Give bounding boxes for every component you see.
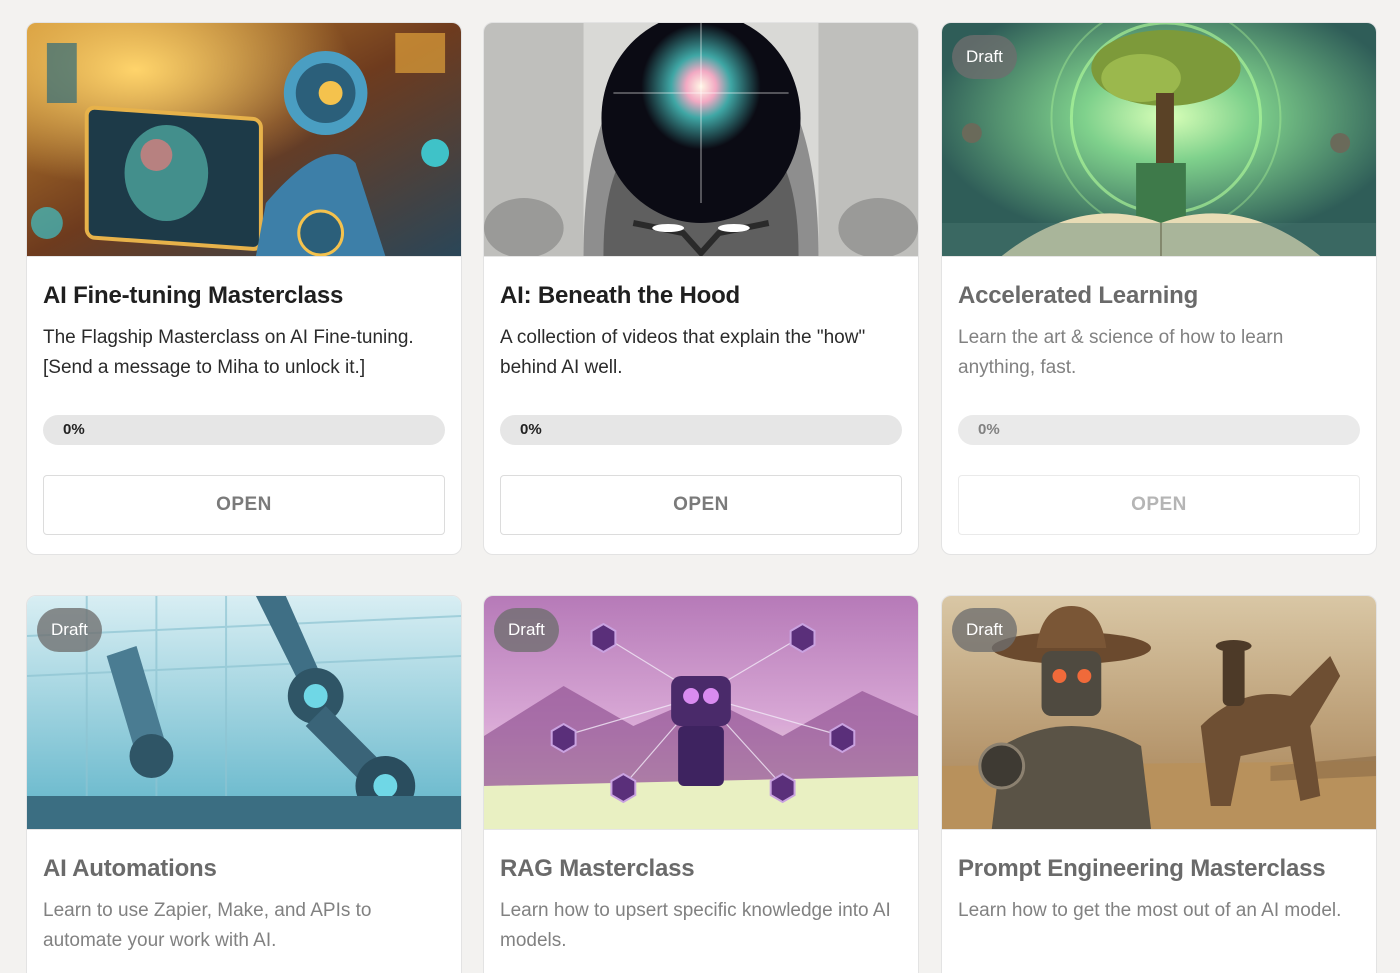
course-cover-image[interactable] (484, 23, 918, 257)
course-cover-image[interactable]: Draft (942, 23, 1376, 257)
course-card-ai-beneath-the-hood[interactable]: AI: Beneath the Hood A collection of vid… (483, 22, 919, 555)
progress-label: 0% (978, 421, 1000, 438)
course-card-ai-automations[interactable]: Draft AI Automations Learn to use Zapier… (26, 595, 462, 973)
course-description: Learn to use Zapier, Make, and APIs to a… (43, 900, 372, 951)
progress-label: 0% (63, 421, 85, 438)
progress-label: 0% (520, 421, 542, 438)
course-card-accelerated-learning[interactable]: Draft Accelerated Learning Learn the art… (941, 22, 1377, 555)
robot-head-galaxy-illustration (484, 23, 918, 256)
course-title: Prompt Engineering Masterclass (958, 855, 1326, 882)
course-description: The Flagship Masterclass on AI Fine-tuni… (43, 327, 414, 378)
draft-badge: Draft (37, 608, 102, 652)
course-description: Learn how to upsert specific knowledge i… (500, 900, 891, 951)
course-cover-image[interactable]: Draft (484, 596, 918, 830)
course-description: Learn the art & science of how to learn … (958, 327, 1284, 378)
course-cover-image[interactable] (27, 23, 461, 257)
draft-badge: Draft (952, 35, 1017, 79)
course-progress-bar: 0% (43, 415, 445, 445)
course-grid: AI Fine-tuning Masterclass The Flagship … (0, 0, 1400, 973)
course-title: AI: Beneath the Hood (500, 282, 740, 309)
course-cover-image[interactable]: Draft (942, 596, 1376, 830)
open-course-button[interactable]: OPEN (43, 475, 445, 535)
course-progress-bar: 0% (958, 415, 1360, 445)
course-description: A collection of videos that explain the … (500, 327, 866, 378)
course-title: Accelerated Learning (958, 282, 1199, 309)
draft-badge: Draft (494, 608, 559, 652)
course-description: Learn how to get the most out of an AI m… (958, 900, 1342, 921)
course-progress-bar: 0% (500, 415, 902, 445)
course-title: AI Fine-tuning Masterclass (43, 282, 344, 309)
course-card-prompt-engineering[interactable]: Draft Prompt Engineering Masterclass Lea… (941, 595, 1377, 973)
course-title: AI Automations (43, 855, 217, 882)
draft-badge: Draft (952, 608, 1017, 652)
course-cover-image[interactable]: Draft (27, 596, 461, 830)
course-title: RAG Masterclass (500, 855, 695, 882)
robot-anatomy-illustration (27, 23, 461, 256)
course-card-ai-fine-tuning[interactable]: AI Fine-tuning Masterclass The Flagship … (26, 22, 462, 555)
open-course-button[interactable]: OPEN (958, 475, 1360, 535)
course-card-rag-masterclass[interactable]: Draft RAG Masterclass Learn how to upser… (483, 595, 919, 973)
open-course-button[interactable]: OPEN (500, 475, 902, 535)
